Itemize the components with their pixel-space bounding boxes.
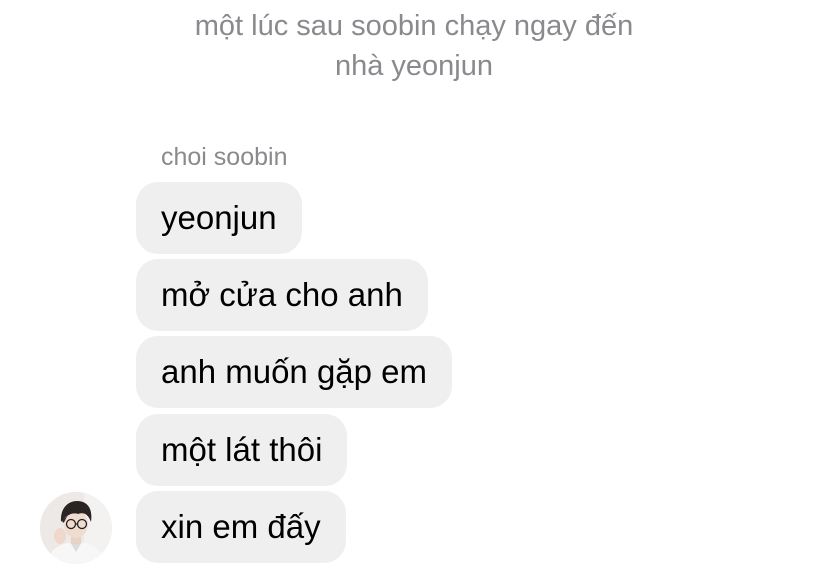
narration-line-2: nhà yeonjun — [334, 50, 494, 82]
sender-name: choi soobin — [161, 143, 288, 171]
message-bubble[interactable]: yeonjun — [136, 182, 302, 254]
avatar-photo — [40, 492, 112, 564]
avatar[interactable] — [40, 492, 112, 564]
message-bubble[interactable]: mở cửa cho anh — [136, 259, 428, 331]
message-bubble[interactable]: một lát thôi — [136, 414, 348, 486]
narration-line-1: một lúc sau soobin chạy ngay đến — [194, 10, 634, 42]
narration-text: một lúc sau soobin chạy ngay đến nhà yeo… — [0, 6, 828, 86]
message-bubble[interactable]: xin em đấy — [136, 491, 346, 563]
message-bubble[interactable]: anh muốn gặp em — [136, 336, 453, 408]
